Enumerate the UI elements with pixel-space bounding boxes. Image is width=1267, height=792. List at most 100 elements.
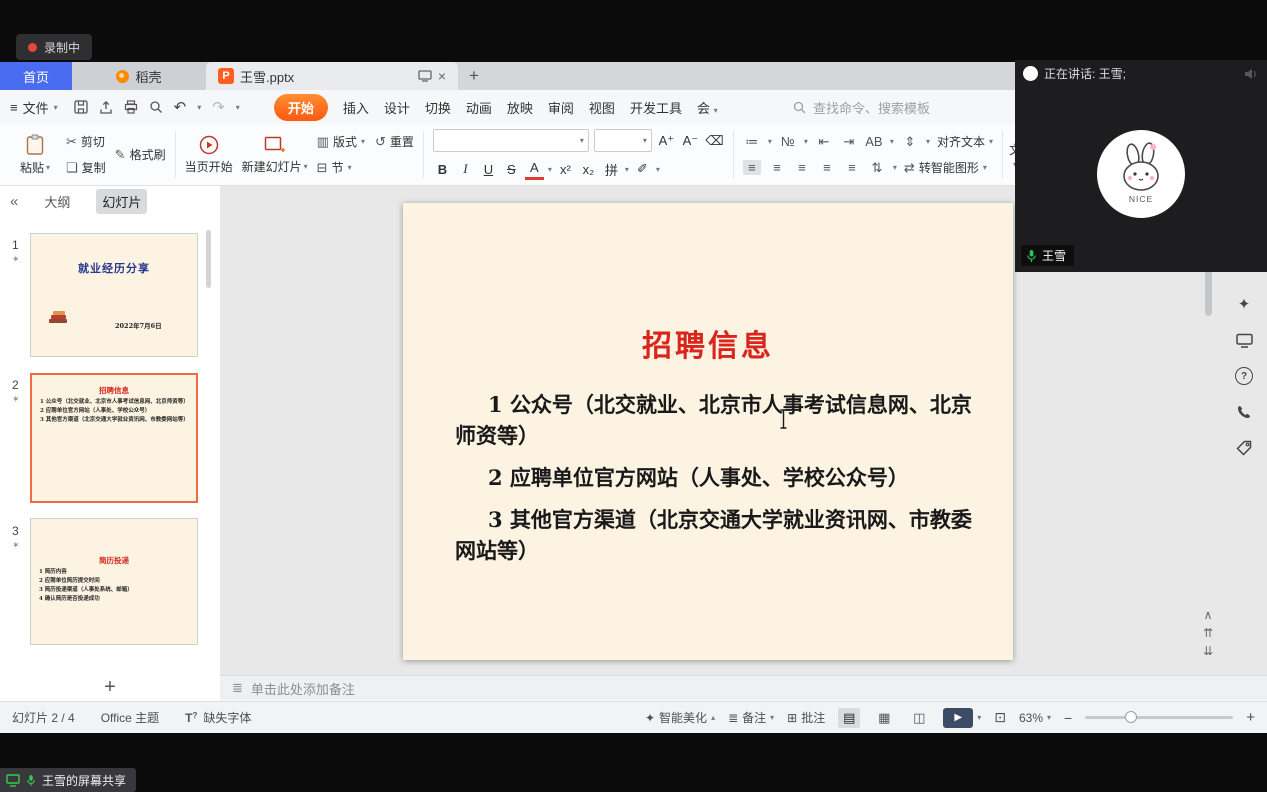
convert-smartart-button[interactable]: ⇄ 转智能图形 ▾ — [904, 158, 987, 178]
share-screen-icon[interactable] — [1230, 326, 1258, 354]
decrease-font-button[interactable]: A⁻ — [681, 131, 700, 150]
clear-format-button[interactable]: ⌫ — [705, 131, 724, 150]
zoom-slider[interactable] — [1085, 716, 1233, 719]
export-icon[interactable] — [99, 100, 113, 114]
phonetic-guide-button[interactable]: 拼 — [602, 160, 621, 179]
align-center-button[interactable]: ≡ — [768, 160, 786, 175]
italic-button[interactable]: I — [456, 160, 475, 179]
next-slide-button[interactable]: ⇊ — [1200, 644, 1216, 658]
paste-button[interactable]: 粘贴▾ — [13, 134, 57, 176]
bullets-button[interactable]: ≔ — [743, 134, 761, 150]
strikethrough-button[interactable]: S — [502, 160, 521, 179]
increase-indent-button[interactable]: ⇥ — [840, 134, 858, 150]
font-color-button[interactable]: A — [525, 158, 544, 180]
notes-bar[interactable]: ≣ 单击此处添加备注 — [220, 675, 1267, 700]
notes-toggle-button[interactable]: ≣ 备注 ▾ — [728, 709, 774, 726]
add-slide-button[interactable]: + — [0, 676, 220, 699]
smart-beautify-button[interactable]: ✦ 智能美化 ▴ — [645, 709, 715, 726]
tab-outline[interactable]: 大纲 — [38, 189, 76, 214]
vertical-align-button[interactable]: ⇕ — [901, 134, 919, 150]
align-right-button[interactable]: ≡ — [793, 160, 811, 175]
ribbon-tab-slideshow[interactable]: 放映 — [507, 98, 533, 117]
print-icon[interactable] — [124, 100, 138, 114]
slide-text-box[interactable]: 1 公众号（北交就业、北京市人事考试信息网、北京师资等） 2 应聘单位官方网站（… — [403, 389, 1013, 566]
font-size-combo[interactable]: ▾ — [594, 129, 652, 152]
sidebar-scrollbar[interactable] — [206, 230, 211, 288]
line-spacing-button[interactable]: ⇅ — [868, 160, 886, 176]
beautify-sparkle-icon[interactable]: ✦ — [1230, 290, 1258, 318]
audio-icon[interactable] — [1244, 68, 1259, 80]
reset-button[interactable]: ↺ 重置 — [375, 132, 414, 152]
ribbon-tab-design[interactable]: 设计 — [384, 98, 410, 117]
ribbon-tab-transition[interactable]: 切换 — [425, 98, 451, 117]
tab-document[interactable]: P 王雪.pptx × — [206, 62, 458, 90]
section-button[interactable]: ⊟ 节 ▾ — [317, 158, 414, 178]
align-text-button[interactable]: 对齐文本 ▾ — [937, 132, 993, 152]
ribbon-tab-animation[interactable]: 动画 — [466, 98, 492, 117]
caret-down-icon[interactable]: ▾ — [804, 137, 808, 146]
help-icon[interactable]: ? — [1230, 362, 1258, 390]
zoom-slider-knob[interactable] — [1125, 711, 1137, 723]
slide-canvas[interactable]: 招聘信息 1 公众号（北交就业、北京市人事考试信息网、北京师资等） 2 应聘单位… — [403, 203, 1013, 660]
caret-down-icon[interactable]: ▾ — [890, 137, 894, 146]
tab-docer[interactable]: 稻壳 — [72, 62, 206, 90]
command-search[interactable]: 查找命令、搜索模板 — [793, 90, 930, 124]
zoom-level[interactable]: 63% ▾ — [1019, 711, 1051, 725]
phone-icon[interactable] — [1230, 398, 1258, 426]
zoom-in-button[interactable]: + — [1246, 709, 1255, 726]
new-slide-button[interactable]: 新建幻灯片▾ — [242, 135, 308, 175]
caret-down-icon[interactable]: ▾ — [197, 103, 201, 112]
comments-button[interactable]: ⊞ 批注 — [787, 709, 825, 726]
play-slideshow-button[interactable]: ▶ ▾ — [943, 708, 981, 728]
caret-down-icon[interactable]: ▾ — [656, 165, 660, 174]
ribbon-tab-home[interactable]: 开始 — [274, 94, 328, 121]
align-left-button[interactable]: ≡ — [743, 160, 761, 175]
format-painter-button[interactable]: ✎ 格式刷 — [115, 145, 166, 165]
justify-button[interactable]: ≡ — [818, 160, 836, 175]
play-on-device-icon[interactable] — [418, 70, 432, 82]
slide-sorter-view-button[interactable]: ▦ — [873, 708, 895, 728]
start-from-current-button[interactable]: 当页开始 — [185, 135, 233, 175]
save-icon[interactable] — [74, 100, 88, 114]
layout-button[interactable]: ▥ 版式 ▾ — [317, 132, 365, 152]
slide-thumbnail-2[interactable]: 招聘信息 1 公众号（北交就业、北京市人事考试信息网、北京师资等） 2 应聘单位… — [30, 373, 198, 503]
zoom-out-button[interactable]: − — [1064, 710, 1072, 726]
ribbon-tab-insert[interactable]: 插入 — [343, 98, 369, 117]
slide-thumbnail-1[interactable]: 就业经历分享 2022年7月6日 — [30, 233, 198, 357]
reading-view-button[interactable]: ◫ — [908, 708, 930, 728]
caret-down-icon[interactable]: ▾ — [548, 165, 552, 174]
superscript-button[interactable]: x² — [556, 160, 575, 179]
caret-down-icon[interactable]: ▾ — [625, 165, 629, 174]
scroll-up-icon[interactable]: ∧ — [1200, 608, 1216, 622]
copy-button[interactable]: ❏ 复制 — [66, 158, 106, 178]
decrease-indent-button[interactable]: ⇤ — [815, 134, 833, 150]
file-menu-button[interactable]: ≡ 文件 ▾ — [10, 98, 58, 117]
fit-to-window-icon[interactable]: ⊡ — [994, 709, 1006, 726]
caret-down-icon[interactable]: ▾ — [236, 103, 240, 112]
tag-icon[interactable] — [1230, 434, 1258, 462]
ribbon-tab-review[interactable]: 审阅 — [548, 98, 574, 117]
tab-home[interactable]: 首页 — [0, 62, 72, 90]
ribbon-tab-devtools[interactable]: 开发工具 — [630, 98, 682, 117]
missing-font-warning[interactable]: T? 缺失字体 — [185, 709, 251, 726]
tab-slides[interactable]: 幻灯片 — [96, 189, 147, 214]
underline-button[interactable]: U — [479, 160, 498, 179]
font-name-combo[interactable]: ▾ — [433, 129, 589, 152]
ribbon-tab-member[interactable]: 会 ▾ — [697, 98, 718, 117]
distribute-button[interactable]: ≡ — [843, 160, 861, 175]
theme-name[interactable]: Office 主题 — [101, 709, 159, 726]
text-direction-button[interactable]: AB — [865, 134, 883, 149]
subscript-button[interactable]: x₂ — [579, 160, 598, 179]
new-tab-button[interactable]: + — [458, 62, 490, 90]
slide-thumbnail-3[interactable]: 简历投递 1 简历内容 2 应聘单位简历提交时间 3 简历投递渠道（人事处系统、… — [30, 518, 198, 645]
print-preview-icon[interactable] — [149, 100, 163, 114]
close-tab-icon[interactable]: × — [438, 68, 446, 84]
numbering-button[interactable]: № — [779, 134, 797, 149]
caret-down-icon[interactable]: ▾ — [768, 137, 772, 146]
slide-title[interactable]: 招聘信息 — [403, 321, 1013, 365]
increase-font-button[interactable]: A⁺ — [657, 131, 676, 150]
caret-down-icon[interactable]: ▾ — [893, 163, 897, 172]
undo-icon[interactable]: ↶ — [174, 98, 187, 116]
collapse-panel-icon[interactable]: « — [10, 193, 18, 210]
caret-down-icon[interactable]: ▾ — [926, 137, 930, 146]
